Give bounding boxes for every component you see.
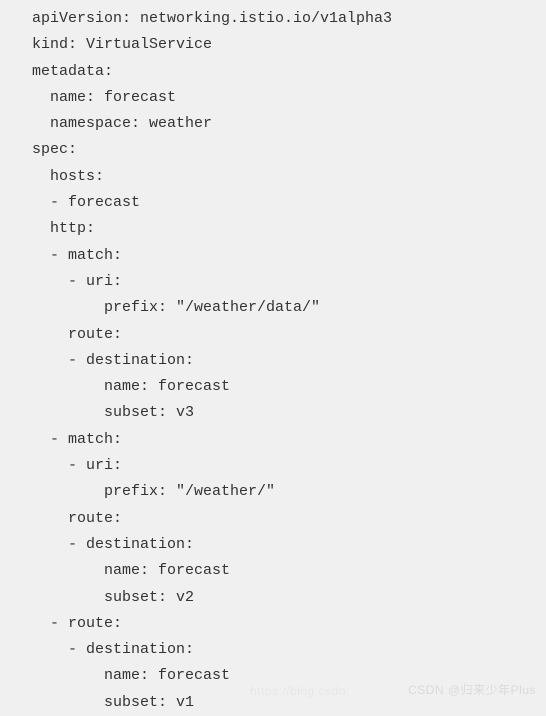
- code-line: name: forecast: [0, 558, 546, 584]
- code-line: subset: v3: [0, 400, 546, 426]
- code-line: - route:: [0, 611, 546, 637]
- code-line: - uri:: [0, 453, 546, 479]
- code-line: hosts:: [0, 164, 546, 190]
- yaml-code-block: apiVersion: networking.istio.io/v1alpha3…: [0, 0, 546, 716]
- code-line: name: forecast: [0, 374, 546, 400]
- code-line: subset: v2: [0, 585, 546, 611]
- code-line: - uri:: [0, 269, 546, 295]
- code-line: - destination:: [0, 348, 546, 374]
- code-line: apiVersion: networking.istio.io/v1alpha3: [0, 6, 546, 32]
- code-line: prefix: "/weather/": [0, 479, 546, 505]
- code-line: - destination:: [0, 637, 546, 663]
- code-line: - destination:: [0, 532, 546, 558]
- code-line: http:: [0, 216, 546, 242]
- code-line: - match:: [0, 427, 546, 453]
- code-line: metadata:: [0, 59, 546, 85]
- watermark-attribution: CSDN @归来少年Plus: [408, 681, 536, 698]
- code-line: - forecast: [0, 190, 546, 216]
- code-line: - match:: [0, 243, 546, 269]
- code-line: name: forecast: [0, 85, 546, 111]
- code-line: route:: [0, 322, 546, 348]
- code-line: namespace: weather: [0, 111, 546, 137]
- code-line: kind: VirtualService: [0, 32, 546, 58]
- watermark-url: https://blog.csdn: [250, 684, 346, 698]
- code-line: prefix: "/weather/data/": [0, 295, 546, 321]
- code-line: spec:: [0, 137, 546, 163]
- code-line: route:: [0, 506, 546, 532]
